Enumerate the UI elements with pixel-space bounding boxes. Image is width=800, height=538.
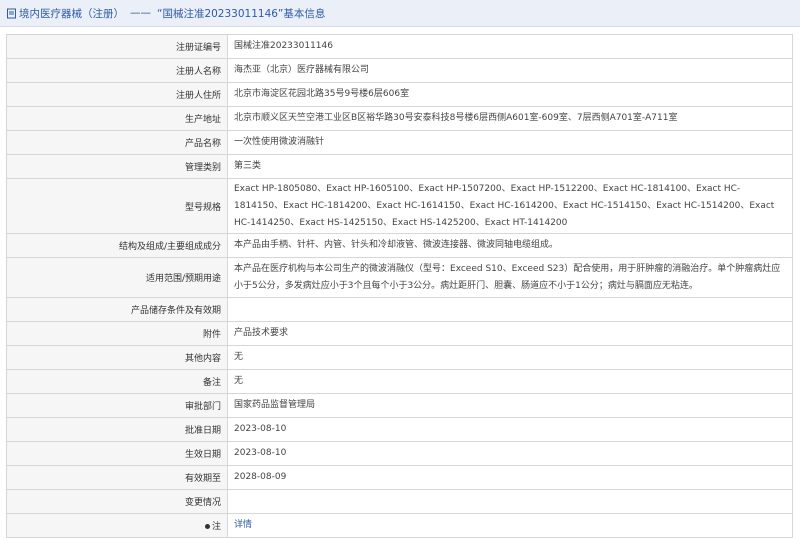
- field-label: 注册人住所: [6, 82, 228, 107]
- record-title: “国械注准20233011146”基本信息: [157, 7, 326, 20]
- field-value: 无: [227, 369, 793, 394]
- table-row: 结构及组成/主要组成成分 本产品由手柄、针杆、内管、针头和冷却液管、微波连接器、…: [6, 233, 793, 258]
- field-value: 2028-08-09: [227, 465, 793, 490]
- section-link[interactable]: 境内医疗器械（注册）: [19, 6, 124, 21]
- table-row: 批准日期 2023-08-10: [6, 417, 793, 442]
- field-label: 有效期至: [6, 465, 228, 490]
- field-value: [227, 489, 793, 514]
- header-separator: ——: [130, 7, 151, 19]
- field-label: 附件: [6, 321, 228, 346]
- field-label: 批准日期: [6, 417, 228, 442]
- bullet-icon: [204, 524, 210, 529]
- field-label: 备注: [6, 369, 228, 394]
- field-label: 结构及组成/主要组成成分: [6, 233, 228, 258]
- field-label: 注册证编号: [6, 34, 228, 59]
- field-label: 审批部门: [6, 393, 228, 418]
- table-row: 产品名称 一次性使用微波消融针: [6, 130, 793, 155]
- field-label: 变更情况: [6, 489, 228, 514]
- field-value: 2023-08-10: [227, 417, 793, 442]
- field-label: 产品名称: [6, 130, 228, 155]
- field-value: 国家药品监督管理局: [227, 393, 793, 418]
- page-header: 境内医疗器械（注册） —— “国械注准20233011146”基本信息: [0, 0, 800, 27]
- table-row: 型号规格 Exact HP-1805080、Exact HP-1605100、E…: [6, 178, 793, 234]
- field-value: 一次性使用微波消融针: [227, 130, 793, 155]
- field-value: [227, 297, 793, 322]
- table-row: 其他内容 无: [6, 345, 793, 370]
- table-row: 注册人名称 海杰亚（北京）医疗器械有限公司: [6, 58, 793, 83]
- field-label: 注: [211, 522, 221, 532]
- field-label: 产品储存条件及有效期: [6, 297, 228, 322]
- field-value: 海杰亚（北京）医疗器械有限公司: [227, 58, 793, 83]
- table-row: 附件 产品技术要求: [6, 321, 793, 346]
- table-row: 注册人住所 北京市海淀区花园北路35号9号楼6层606室: [6, 82, 793, 107]
- table-row: 产品储存条件及有效期: [6, 297, 793, 322]
- field-label: 注册人名称: [6, 58, 228, 83]
- note-label-cell: 注: [6, 513, 228, 538]
- field-label: 适用范围/预期用途: [6, 257, 228, 298]
- table-row: 注 详情: [6, 513, 793, 538]
- info-table: 注册证编号 国械注准20233011146 注册人名称 海杰亚（北京）医疗器械有…: [6, 34, 793, 538]
- field-value: 国械注准20233011146: [227, 34, 793, 59]
- field-value: 本产品由手柄、针杆、内管、针头和冷却液管、微波连接器、微波同轴电缆组成。: [227, 233, 793, 258]
- table-row: 审批部门 国家药品监督管理局: [6, 393, 793, 418]
- field-label: 其他内容: [6, 345, 228, 370]
- field-value: 第三类: [227, 154, 793, 179]
- table-row: 生效日期 2023-08-10: [6, 441, 793, 466]
- field-label: 管理类别: [6, 154, 228, 179]
- field-value: 北京市顺义区天竺空港工业区B区裕华路30号安泰科技8号楼6层西侧A601室-60…: [227, 106, 793, 131]
- table-row: 管理类别 第三类: [6, 154, 793, 179]
- field-value: 本产品在医疗机构与本公司生产的微波消融仪（型号：Exceed S10、Excee…: [227, 257, 793, 298]
- field-value: 2023-08-10: [227, 441, 793, 466]
- field-value: 产品技术要求: [227, 321, 793, 346]
- table-row: 有效期至 2028-08-09: [6, 465, 793, 490]
- field-value: 北京市海淀区花园北路35号9号楼6层606室: [227, 82, 793, 107]
- field-label: 生效日期: [6, 441, 228, 466]
- table-row: 变更情况: [6, 489, 793, 514]
- table-row: 生产地址 北京市顺义区天竺空港工业区B区裕华路30号安泰科技8号楼6层西侧A60…: [6, 106, 793, 131]
- field-label: 型号规格: [6, 178, 228, 234]
- field-value: Exact HP-1805080、Exact HP-1605100、Exact …: [227, 178, 793, 234]
- field-label: 生产地址: [6, 106, 228, 131]
- table-row: 注册证编号 国械注准20233011146: [6, 34, 793, 59]
- table-row: 适用范围/预期用途 本产品在医疗机构与本公司生产的微波消融仪（型号：Exceed…: [6, 257, 793, 298]
- table-row: 备注 无: [6, 369, 793, 394]
- details-link[interactable]: 详情: [234, 520, 252, 530]
- field-value: 无: [227, 345, 793, 370]
- document-icon: [6, 8, 17, 19]
- note-value-cell: 详情: [227, 513, 793, 538]
